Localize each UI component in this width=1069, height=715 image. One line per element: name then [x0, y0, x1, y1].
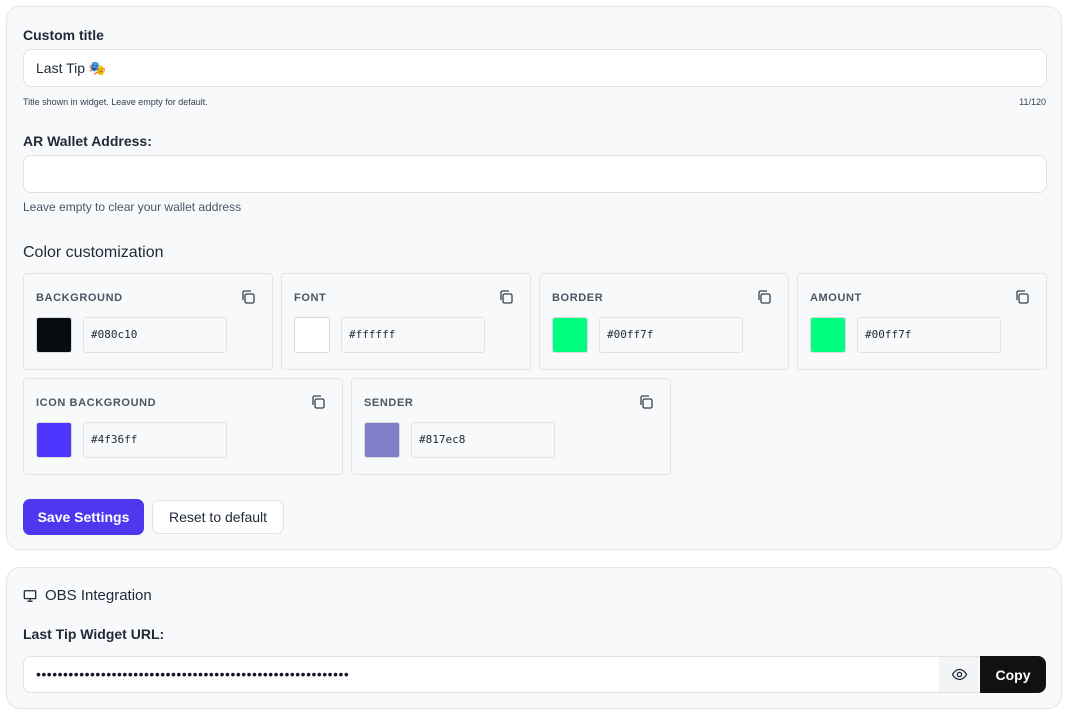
color-hex-input[interactable]: #00ff7f: [599, 317, 743, 353]
color-hex-input[interactable]: #ffffff: [341, 317, 485, 353]
color-hex-input[interactable]: #817ec8: [411, 422, 555, 458]
color-name: SENDER: [364, 397, 414, 409]
custom-title-label: Custom title: [23, 27, 104, 43]
color-name: FONT: [294, 292, 327, 304]
reset-to-default-button[interactable]: Reset to default: [152, 500, 284, 534]
color-hex-input[interactable]: #4f36ff: [83, 422, 227, 458]
color-card-sender: SENDER #817ec8: [351, 378, 671, 475]
color-name: BORDER: [552, 292, 604, 304]
eye-icon: [951, 668, 967, 681]
custom-title-counter: 11/120: [1019, 97, 1046, 107]
color-swatch[interactable]: [364, 422, 400, 458]
wallet-address-hint: Leave empty to clear your wallet address: [23, 200, 242, 214]
copy-url-button[interactable]: Copy: [980, 656, 1046, 693]
color-name: ICON BACKGROUND: [36, 397, 157, 409]
copy-icon[interactable]: [1014, 289, 1030, 305]
color-name: AMOUNT: [810, 292, 862, 304]
custom-title-hint: Title shown in widget. Leave empty for d…: [23, 97, 208, 107]
color-swatch[interactable]: [36, 422, 72, 458]
widget-settings-panel: Custom title Title shown in widget. Leav…: [6, 6, 1062, 550]
copy-icon[interactable]: [310, 394, 326, 410]
color-card-background: BACKGROUND #080c10: [23, 273, 273, 370]
color-name: BACKGROUND: [36, 292, 123, 304]
color-card-icon-background: ICON BACKGROUND #4f36ff: [23, 378, 343, 475]
obs-title: OBS Integration: [45, 587, 152, 604]
wallet-address-label: AR Wallet Address:: [23, 133, 152, 149]
toggle-visibility-button[interactable]: [939, 657, 979, 692]
copy-icon[interactable]: [756, 289, 772, 305]
copy-icon[interactable]: [638, 394, 654, 410]
custom-title-input[interactable]: [23, 49, 1047, 87]
color-swatch[interactable]: [294, 317, 330, 353]
color-customization-title: Color customization: [23, 244, 164, 261]
color-hex-input[interactable]: #080c10: [83, 317, 227, 353]
copy-icon[interactable]: [240, 289, 256, 305]
color-card-amount: AMOUNT #00ff7f: [797, 273, 1047, 370]
color-swatch[interactable]: [552, 317, 588, 353]
monitor-icon: [23, 589, 37, 602]
color-card-border: BORDER #00ff7f: [539, 273, 789, 370]
color-swatch[interactable]: [36, 317, 72, 353]
save-settings-button[interactable]: Save Settings: [23, 499, 144, 535]
widget-url-label: Last Tip Widget URL:: [23, 626, 165, 642]
copy-icon[interactable]: [498, 289, 514, 305]
color-card-font: FONT #ffffff: [281, 273, 531, 370]
color-hex-input[interactable]: #00ff7f: [857, 317, 1001, 353]
obs-header: OBS Integration: [23, 587, 152, 604]
color-swatch[interactable]: [810, 317, 846, 353]
obs-integration-panel: OBS Integration Last Tip Widget URL: •••…: [6, 567, 1062, 709]
widget-url-input[interactable]: ••••••••••••••••••••••••••••••••••••••••…: [23, 656, 981, 693]
wallet-address-input[interactable]: [23, 155, 1047, 193]
